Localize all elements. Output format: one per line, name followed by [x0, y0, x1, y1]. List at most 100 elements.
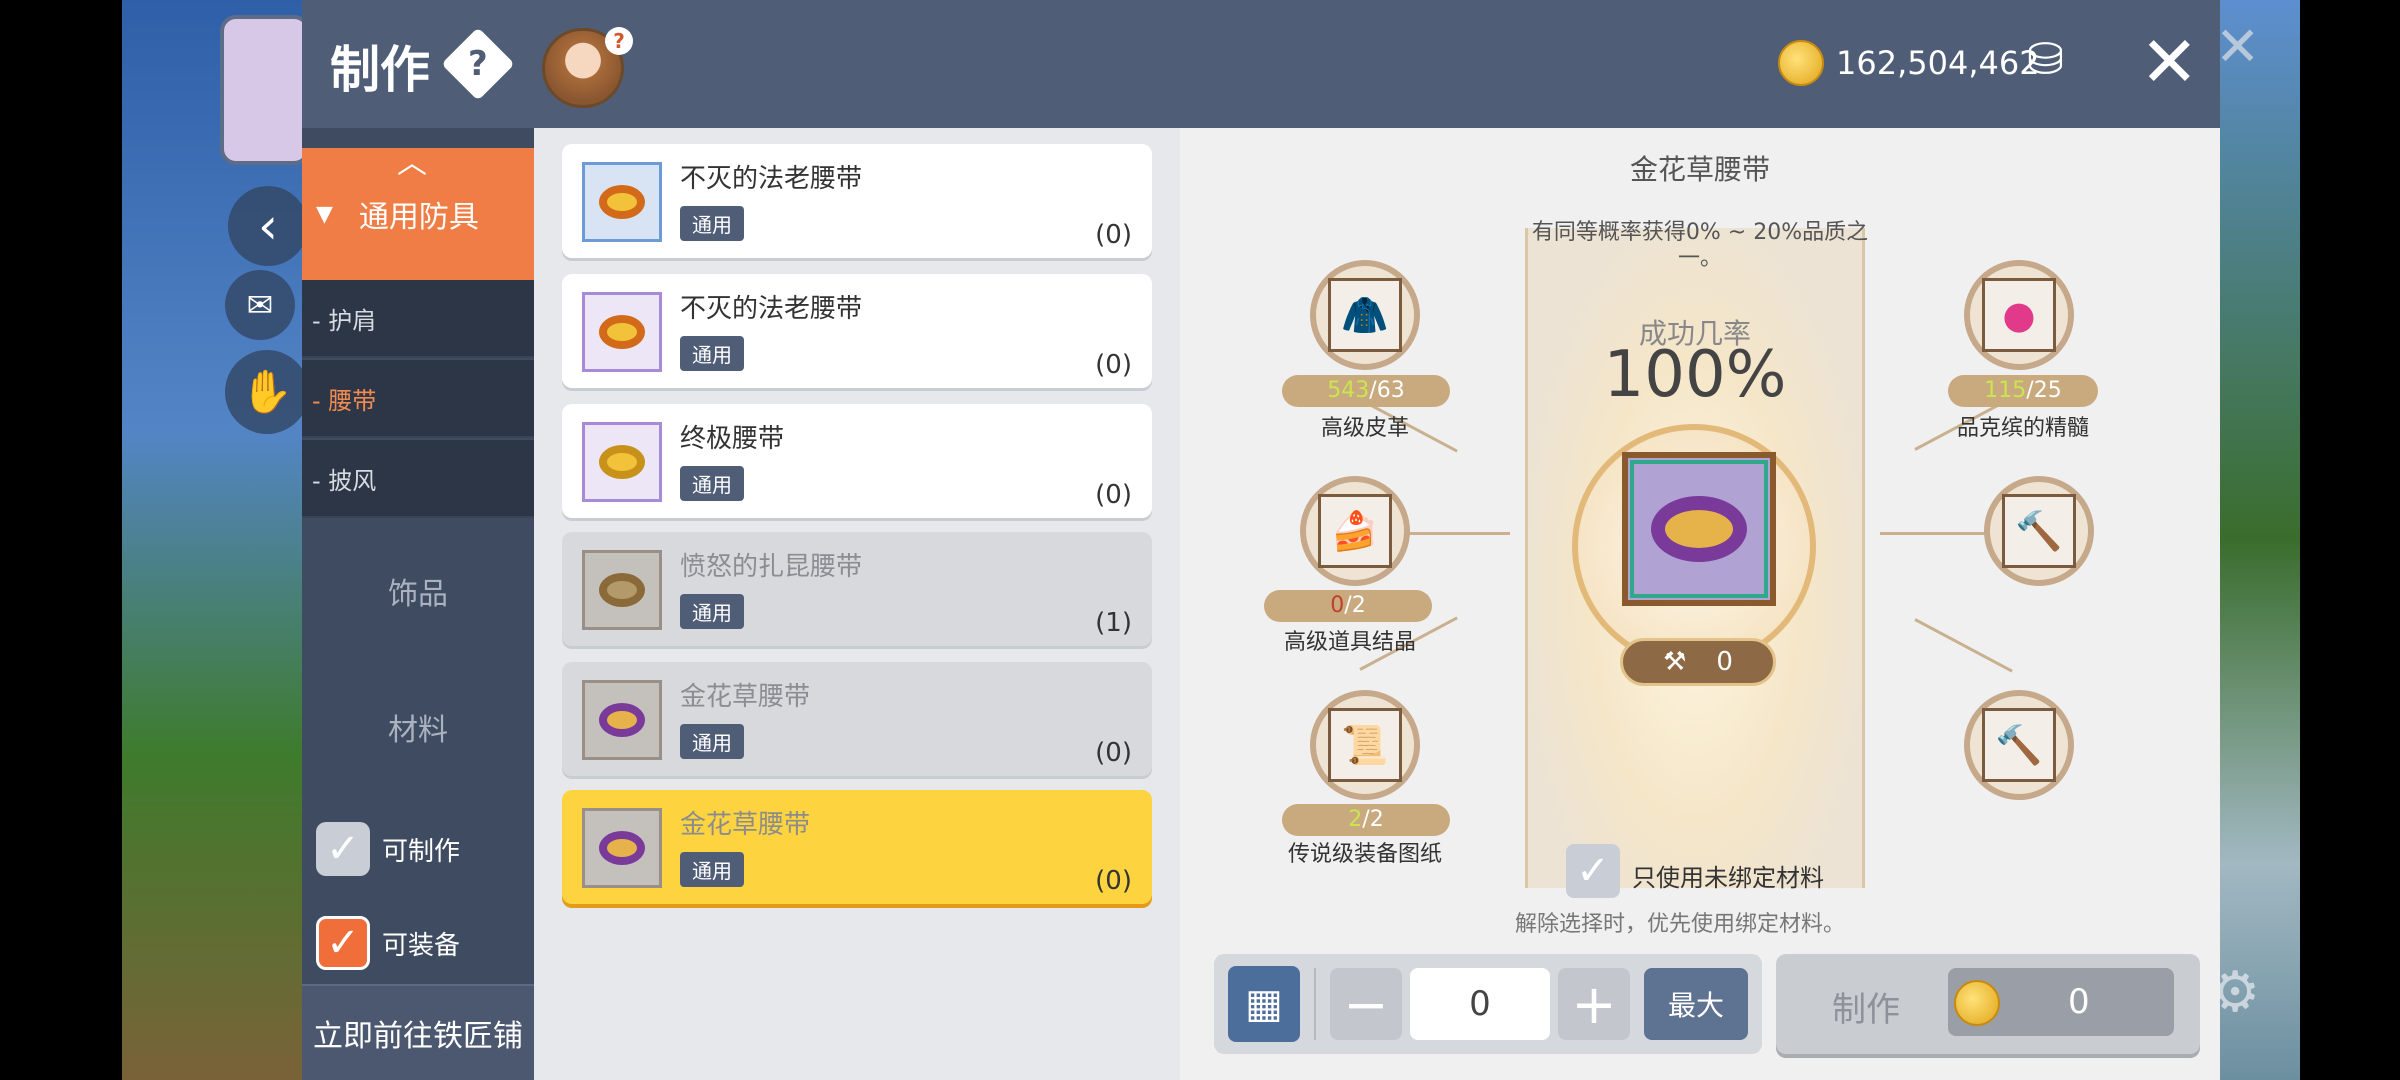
- material-slot[interactable]: ●: [1964, 260, 2074, 370]
- header: 制作 ? ? 162,504,462 ⛁ ✕: [302, 0, 2220, 128]
- help-icon[interactable]: ?: [441, 27, 515, 101]
- list-item[interactable]: 不灭的法老腰带 通用 (0): [562, 144, 1152, 258]
- belt-icon: [599, 831, 645, 865]
- belt-icon: [599, 445, 645, 479]
- craft-cost: 0: [1948, 968, 2174, 1036]
- checkbox-icon[interactable]: ✓: [316, 822, 370, 876]
- list-item[interactable]: 不灭的法老腰带 通用 (0): [562, 274, 1152, 388]
- list-item[interactable]: 愤怒的扎昆腰带 通用 (1): [562, 532, 1152, 646]
- divider: [1314, 968, 1316, 1040]
- gold-amount: 162,504,462: [1836, 44, 2040, 82]
- empty-slot[interactable]: 🔨: [1964, 690, 2074, 800]
- item-thumbnail: [582, 422, 662, 502]
- material-name: 品克缤的精髓: [1956, 416, 2089, 441]
- quantity-input[interactable]: 0: [1410, 968, 1550, 1040]
- hammer-icon: ⚒: [1663, 647, 1687, 677]
- hammer-icon: 🔨: [1982, 708, 2056, 782]
- item-thumbnail: [582, 550, 662, 630]
- empty-slot[interactable]: 🔨: [1984, 476, 2094, 586]
- close-icon[interactable]: ✕: [2140, 22, 2199, 102]
- gold-coin-icon: [1954, 980, 2000, 1026]
- material-slot[interactable]: 🍰: [1300, 476, 1410, 586]
- material-need: /2: [1344, 593, 1366, 618]
- subcategory-cape[interactable]: - 披风: [302, 440, 534, 518]
- category-accessory[interactable]: 饰品: [302, 536, 534, 646]
- belt-icon: [599, 703, 645, 737]
- crafting-panel: 制作 ? ? 162,504,462 ⛁ ✕ ▼ 通用防具 ︿ - 护肩 - 腰…: [302, 0, 2220, 1080]
- success-rate: 100%: [1603, 338, 1787, 412]
- goto-blacksmith-button[interactable]: 立即前往铁匠铺: [302, 984, 534, 1080]
- game-back-icon[interactable]: ‹: [228, 186, 308, 266]
- belt-icon: [1651, 496, 1747, 562]
- belt-icon: [599, 185, 645, 219]
- list-item[interactable]: 终极腰带 通用 (0): [562, 404, 1152, 518]
- only-unbound-checkbox[interactable]: ✓: [1566, 844, 1620, 898]
- item-name: 不灭的法老腰带: [680, 164, 863, 194]
- help-glyph: ?: [468, 43, 488, 84]
- material-count: 543/63: [1282, 375, 1450, 407]
- item-count: (1): [1095, 608, 1132, 638]
- bound-material-note: 解除选择时，优先使用绑定材料。: [1514, 912, 1845, 937]
- material-need: /63: [1369, 378, 1405, 403]
- hammer-count: 0: [1716, 647, 1733, 677]
- recipe-list: 不灭的法老腰带 通用 (0) 不灭的法老腰带 通用 (0) 终极腰带 通用 (0…: [534, 128, 1180, 1080]
- currency-exchange-icon[interactable]: ⛁: [2027, 34, 2093, 94]
- item-tag: 通用: [680, 852, 744, 887]
- material-name: 高级皮革: [1320, 416, 1409, 441]
- hammer-icon: 🔨: [2002, 494, 2076, 568]
- item-thumbnail: [582, 292, 662, 372]
- detail-item-name: 金花草腰带: [1629, 153, 1770, 186]
- recipe-detail: 金花草腰带 有同等概率获得0% ~ 20%品质之一。 成功几率 100% ⚒ 0…: [1180, 128, 2220, 1080]
- item-name: 不灭的法老腰带: [680, 294, 863, 324]
- material-slot[interactable]: 🧥: [1310, 260, 1420, 370]
- result-item[interactable]: [1622, 452, 1776, 606]
- list-item-selected[interactable]: 金花草腰带 通用 (0): [562, 790, 1152, 904]
- craft-label: 制作: [1832, 990, 1900, 1030]
- material-count: 2/2: [1282, 804, 1450, 836]
- filter-label: 可制作: [382, 836, 461, 867]
- material-slot[interactable]: 📜: [1310, 690, 1420, 800]
- material-name: 高级道具结晶: [1283, 630, 1416, 655]
- game-avatar[interactable]: [220, 15, 310, 165]
- game-scroll-icon[interactable]: ✉: [225, 270, 295, 340]
- category-label: 通用防具: [358, 200, 479, 235]
- belt-icon: [599, 573, 645, 607]
- npc-question-icon: ?: [605, 27, 633, 55]
- material-have: 2: [1348, 807, 1363, 832]
- keypad-icon[interactable]: ▦: [1228, 966, 1300, 1042]
- blueprint-icon: 📜: [1328, 708, 1402, 782]
- game-close-icon[interactable]: ✕: [2215, 20, 2260, 74]
- item-tag: 通用: [680, 336, 744, 371]
- list-item[interactable]: 金花草腰带 通用 (0): [562, 662, 1152, 776]
- craft-button[interactable]: 制作 0: [1776, 954, 2200, 1054]
- material-have: 115: [1984, 378, 2027, 403]
- npc-avatar-icon[interactable]: ?: [542, 27, 633, 108]
- crystal-icon: 🍰: [1318, 494, 1392, 568]
- material-name: 传说级装备图纸: [1287, 842, 1442, 867]
- material-count: 115/25: [1948, 375, 2098, 407]
- screen: ‹ ✉ ✋ ✕ ⚙ 制作 ? ? 162,504,462 ⛁ ✕ ▼ 通用防具 …: [0, 0, 2400, 1080]
- item-tag: 通用: [680, 466, 744, 501]
- item-thumbnail: [582, 680, 662, 760]
- item-name: 金花草腰带: [680, 810, 811, 840]
- belt-icon: [599, 315, 645, 349]
- game-background-right: [2220, 0, 2300, 1080]
- essence-icon: ●: [1982, 278, 2056, 352]
- decrease-button[interactable]: −: [1330, 968, 1402, 1040]
- chevron-up-icon[interactable]: ︿: [397, 138, 427, 182]
- subcategory-belt[interactable]: - 腰带: [302, 360, 534, 438]
- game-handshake-icon[interactable]: ✋: [225, 350, 309, 434]
- filter-craftable[interactable]: ✓ 可制作: [316, 814, 526, 884]
- item-thumbnail: [582, 162, 662, 242]
- filter-equippable[interactable]: ✓ 可装备: [316, 908, 526, 978]
- category-material[interactable]: 材料: [302, 672, 534, 782]
- item-thumbnail: [582, 808, 662, 888]
- item-count: (0): [1095, 866, 1132, 896]
- checkbox-checked-icon[interactable]: ✓: [316, 916, 370, 970]
- max-button[interactable]: 最大: [1644, 968, 1748, 1040]
- only-unbound-label: 只使用未绑定材料: [1632, 864, 1824, 892]
- material-count: 0/2: [1264, 590, 1432, 622]
- increase-button[interactable]: +: [1558, 968, 1630, 1040]
- hammer-badge: ⚒ 0: [1620, 638, 1776, 686]
- subcategory-shoulder[interactable]: - 护肩: [302, 280, 534, 358]
